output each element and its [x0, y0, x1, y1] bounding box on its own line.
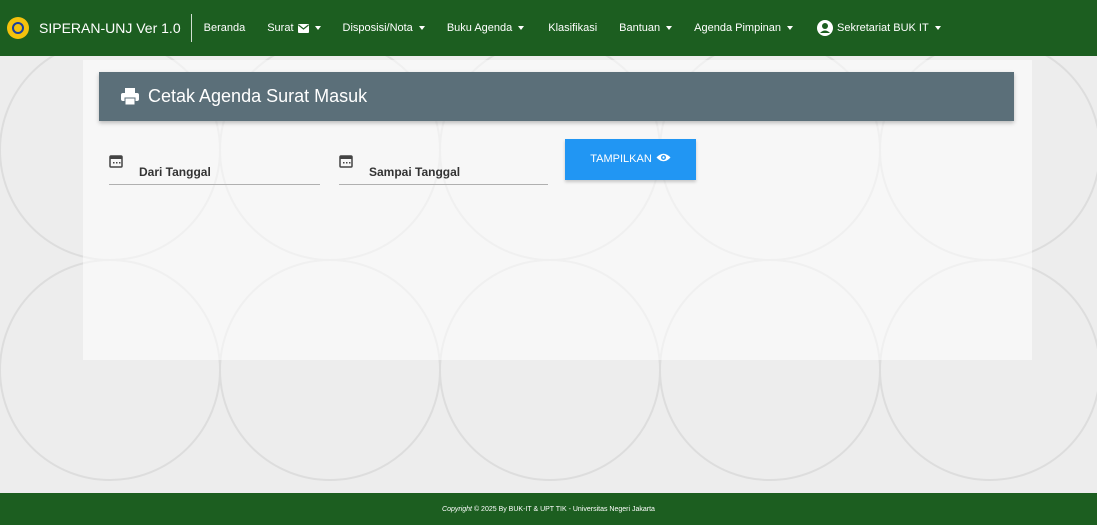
nav-surat-label: Surat — [267, 22, 294, 34]
nav-klasifikasi[interactable]: Klasifikasi — [548, 22, 597, 34]
nav-agenda-pimpinan-label: Agenda Pimpinan — [694, 22, 781, 34]
card-header: Cetak Agenda Surat Masuk — [99, 72, 1014, 121]
calendar-icon — [339, 155, 353, 168]
tampilkan-button-label: TAMPILKAN — [590, 153, 652, 165]
chevron-down-icon — [787, 26, 793, 30]
footer-copyright-word: Copyright — [442, 505, 472, 513]
to-date-label: Sampai Tanggal — [369, 165, 461, 179]
brand-divider — [190, 14, 192, 42]
nav-disposisi-label: Disposisi/Nota — [342, 22, 413, 34]
from-date-field[interactable]: Dari Tanggal — [109, 150, 320, 185]
nav-disposisi[interactable]: Disposisi/Nota — [343, 22, 425, 34]
chevron-down-icon — [666, 26, 673, 30]
printer-icon — [121, 88, 139, 105]
tampilkan-button[interactable]: TAMPILKAN — [565, 139, 696, 180]
nav-buku-agenda[interactable]: Buku Agenda — [446, 22, 525, 34]
to-date-field[interactable]: Sampai Tanggal — [339, 150, 548, 185]
page-title: Cetak Agenda Surat Masuk — [148, 86, 368, 106]
envelope-icon — [297, 23, 309, 33]
page-footer: Copyright © 2025 By BUK-IT & UPT TIK - U… — [0, 493, 1097, 525]
eye-icon — [656, 153, 671, 162]
nav-bantuan-label: Bantuan — [619, 22, 661, 34]
nav-bantuan[interactable]: Bantuan — [619, 22, 673, 34]
user-circle-icon — [817, 20, 833, 36]
calendar-icon — [109, 155, 123, 168]
nav-agenda-pimpinan[interactable]: Agenda Pimpinan — [694, 22, 793, 34]
footer-text: © 2025 By BUK-IT & UPT TIK - Universitas… — [473, 505, 655, 513]
nav-beranda[interactable]: Beranda — [204, 22, 246, 34]
unj-logo-icon[interactable] — [7, 17, 29, 39]
chevron-down-icon — [418, 26, 425, 30]
from-date-label: Dari Tanggal — [139, 165, 211, 179]
chevron-down-icon — [314, 26, 321, 30]
brand-title[interactable]: SIPERAN-UNJ Ver 1.0 — [39, 20, 181, 36]
nav-surat[interactable]: Surat — [267, 22, 321, 34]
nav-user-label: Sekretariat BUK IT — [837, 22, 929, 34]
chevron-down-icon — [934, 26, 941, 30]
nav-user-menu[interactable]: Sekretariat BUK IT — [817, 20, 941, 36]
nav-klasifikasi-label: Klasifikasi — [548, 22, 598, 34]
nav-beranda-label: Beranda — [203, 22, 246, 34]
chevron-down-icon — [518, 26, 525, 30]
nav-buku-agenda-label: Buku Agenda — [446, 22, 513, 34]
top-navbar: SIPERAN-UNJ Ver 1.0 Beranda Surat Dispos… — [0, 0, 1097, 56]
